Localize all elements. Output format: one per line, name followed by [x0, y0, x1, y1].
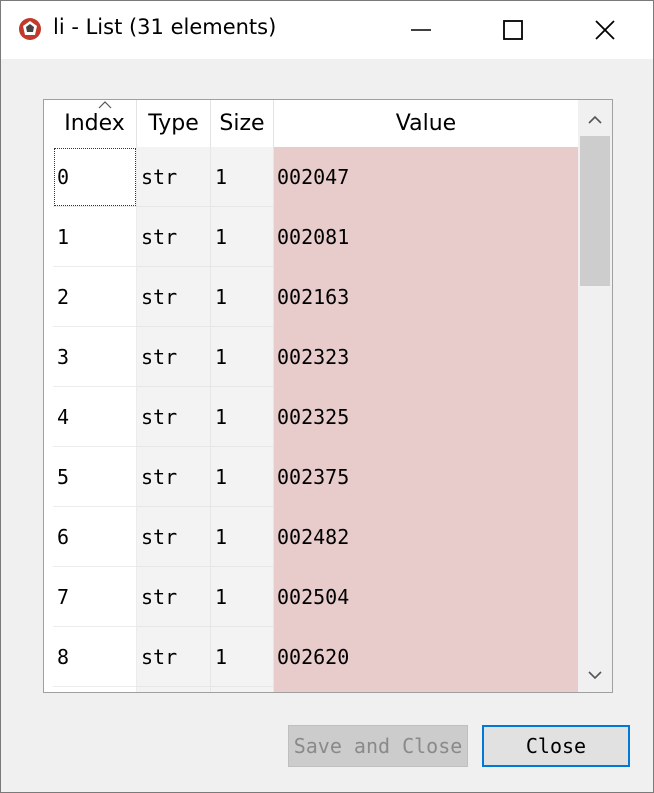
title-bar[interactable]: li - List (31 elements) — [1, 1, 653, 59]
index-cell[interactable]: 0 — [53, 147, 137, 207]
type-cell[interactable]: str — [137, 447, 211, 507]
size-cell[interactable]: 1 — [211, 207, 274, 267]
table-body: 0 str 1 002047 1 str 1 002081 2 str 1 002163 3 str 1 00… — [53, 147, 578, 692]
index-cell[interactable]: 1 — [53, 207, 137, 267]
type-cell[interactable]: str — [137, 567, 211, 627]
type-cell[interactable]: str — [137, 267, 211, 327]
type-cell[interactable] — [137, 687, 211, 692]
sort-ascending-icon — [98, 101, 112, 109]
list-table[interactable]: Index Type Size Value 0 str 1 002047 1 str 1 00… — [43, 99, 613, 693]
size-cell[interactable]: 1 — [211, 327, 274, 387]
index-cell[interactable]: 6 — [53, 507, 137, 567]
size-cell[interactable]: 1 — [211, 627, 274, 687]
table-row[interactable]: 3 str 1 002323 — [53, 327, 578, 387]
type-cell[interactable]: str — [137, 147, 211, 207]
type-cell[interactable]: str — [137, 627, 211, 687]
index-cell[interactable]: 5 — [53, 447, 137, 507]
table-row[interactable]: 6 str 1 002482 — [53, 507, 578, 567]
value-cell[interactable]: 002047 — [274, 147, 578, 207]
table-row[interactable] — [53, 687, 578, 692]
type-cell[interactable]: str — [137, 507, 211, 567]
value-cell[interactable]: 002504 — [274, 567, 578, 627]
column-header-type[interactable]: Type — [137, 100, 211, 147]
table-row[interactable]: 2 str 1 002163 — [53, 267, 578, 327]
type-cell[interactable]: str — [137, 387, 211, 447]
type-cell[interactable]: str — [137, 207, 211, 267]
table-row[interactable]: 8 str 1 002620 — [53, 627, 578, 687]
size-cell[interactable]: 1 — [211, 147, 274, 207]
size-cell[interactable]: 1 — [211, 387, 274, 447]
column-header-label: Size — [219, 111, 265, 136]
value-cell[interactable]: 002081 — [274, 207, 578, 267]
maximize-button[interactable] — [467, 1, 559, 59]
index-cell[interactable]: 3 — [53, 327, 137, 387]
value-cell[interactable]: 002620 — [274, 627, 578, 687]
index-cell[interactable]: 7 — [53, 567, 137, 627]
value-cell[interactable]: 002163 — [274, 267, 578, 327]
chevron-down-icon — [588, 670, 602, 679]
table-row[interactable]: 1 str 1 002081 — [53, 207, 578, 267]
minimize-icon — [411, 29, 431, 31]
table-row[interactable]: 0 str 1 002047 — [53, 147, 578, 207]
save-and-close-button[interactable]: Save and Close — [288, 725, 468, 767]
size-cell[interactable]: 1 — [211, 267, 274, 327]
column-header-label: Type — [148, 111, 199, 136]
size-cell[interactable]: 1 — [211, 447, 274, 507]
index-cell[interactable]: 2 — [53, 267, 137, 327]
scroll-up-button[interactable] — [578, 102, 612, 136]
size-cell[interactable]: 1 — [211, 507, 274, 567]
table-row[interactable]: 7 str 1 002504 — [53, 567, 578, 627]
type-cell[interactable]: str — [137, 327, 211, 387]
close-button[interactable]: Close — [482, 725, 630, 767]
size-cell[interactable]: 1 — [211, 567, 274, 627]
index-cell[interactable]: 4 — [53, 387, 137, 447]
close-icon — [595, 20, 615, 40]
maximize-icon — [503, 20, 523, 40]
value-cell[interactable] — [274, 687, 578, 692]
column-header-value[interactable]: Value — [274, 100, 578, 147]
column-header-label: Index — [64, 111, 125, 136]
value-cell[interactable]: 002325 — [274, 387, 578, 447]
table-header: Index Type Size Value — [53, 100, 578, 148]
value-cell[interactable]: 002375 — [274, 447, 578, 507]
value-cell[interactable]: 002323 — [274, 327, 578, 387]
value-cell[interactable]: 002482 — [274, 507, 578, 567]
column-header-index[interactable]: Index — [53, 100, 137, 147]
spyder-icon — [19, 18, 41, 40]
window-close-button[interactable] — [559, 1, 651, 59]
scroll-down-button[interactable] — [578, 658, 612, 692]
index-cell[interactable]: 8 — [53, 627, 137, 687]
column-header-label: Value — [395, 111, 457, 136]
index-cell[interactable] — [53, 687, 137, 692]
table-row[interactable]: 4 str 1 002325 — [53, 387, 578, 447]
list-editor-window: li - List (31 elements) Index Type Size … — [0, 0, 654, 793]
vertical-scrollbar[interactable] — [578, 100, 612, 692]
column-header-size[interactable]: Size — [211, 100, 274, 147]
window-title: li - List (31 elements) — [53, 15, 277, 39]
table-row[interactable]: 5 str 1 002375 — [53, 447, 578, 507]
size-cell[interactable] — [211, 687, 274, 692]
scrollbar-thumb[interactable] — [580, 136, 610, 286]
chevron-up-icon — [588, 115, 602, 124]
minimize-button[interactable] — [375, 1, 467, 59]
